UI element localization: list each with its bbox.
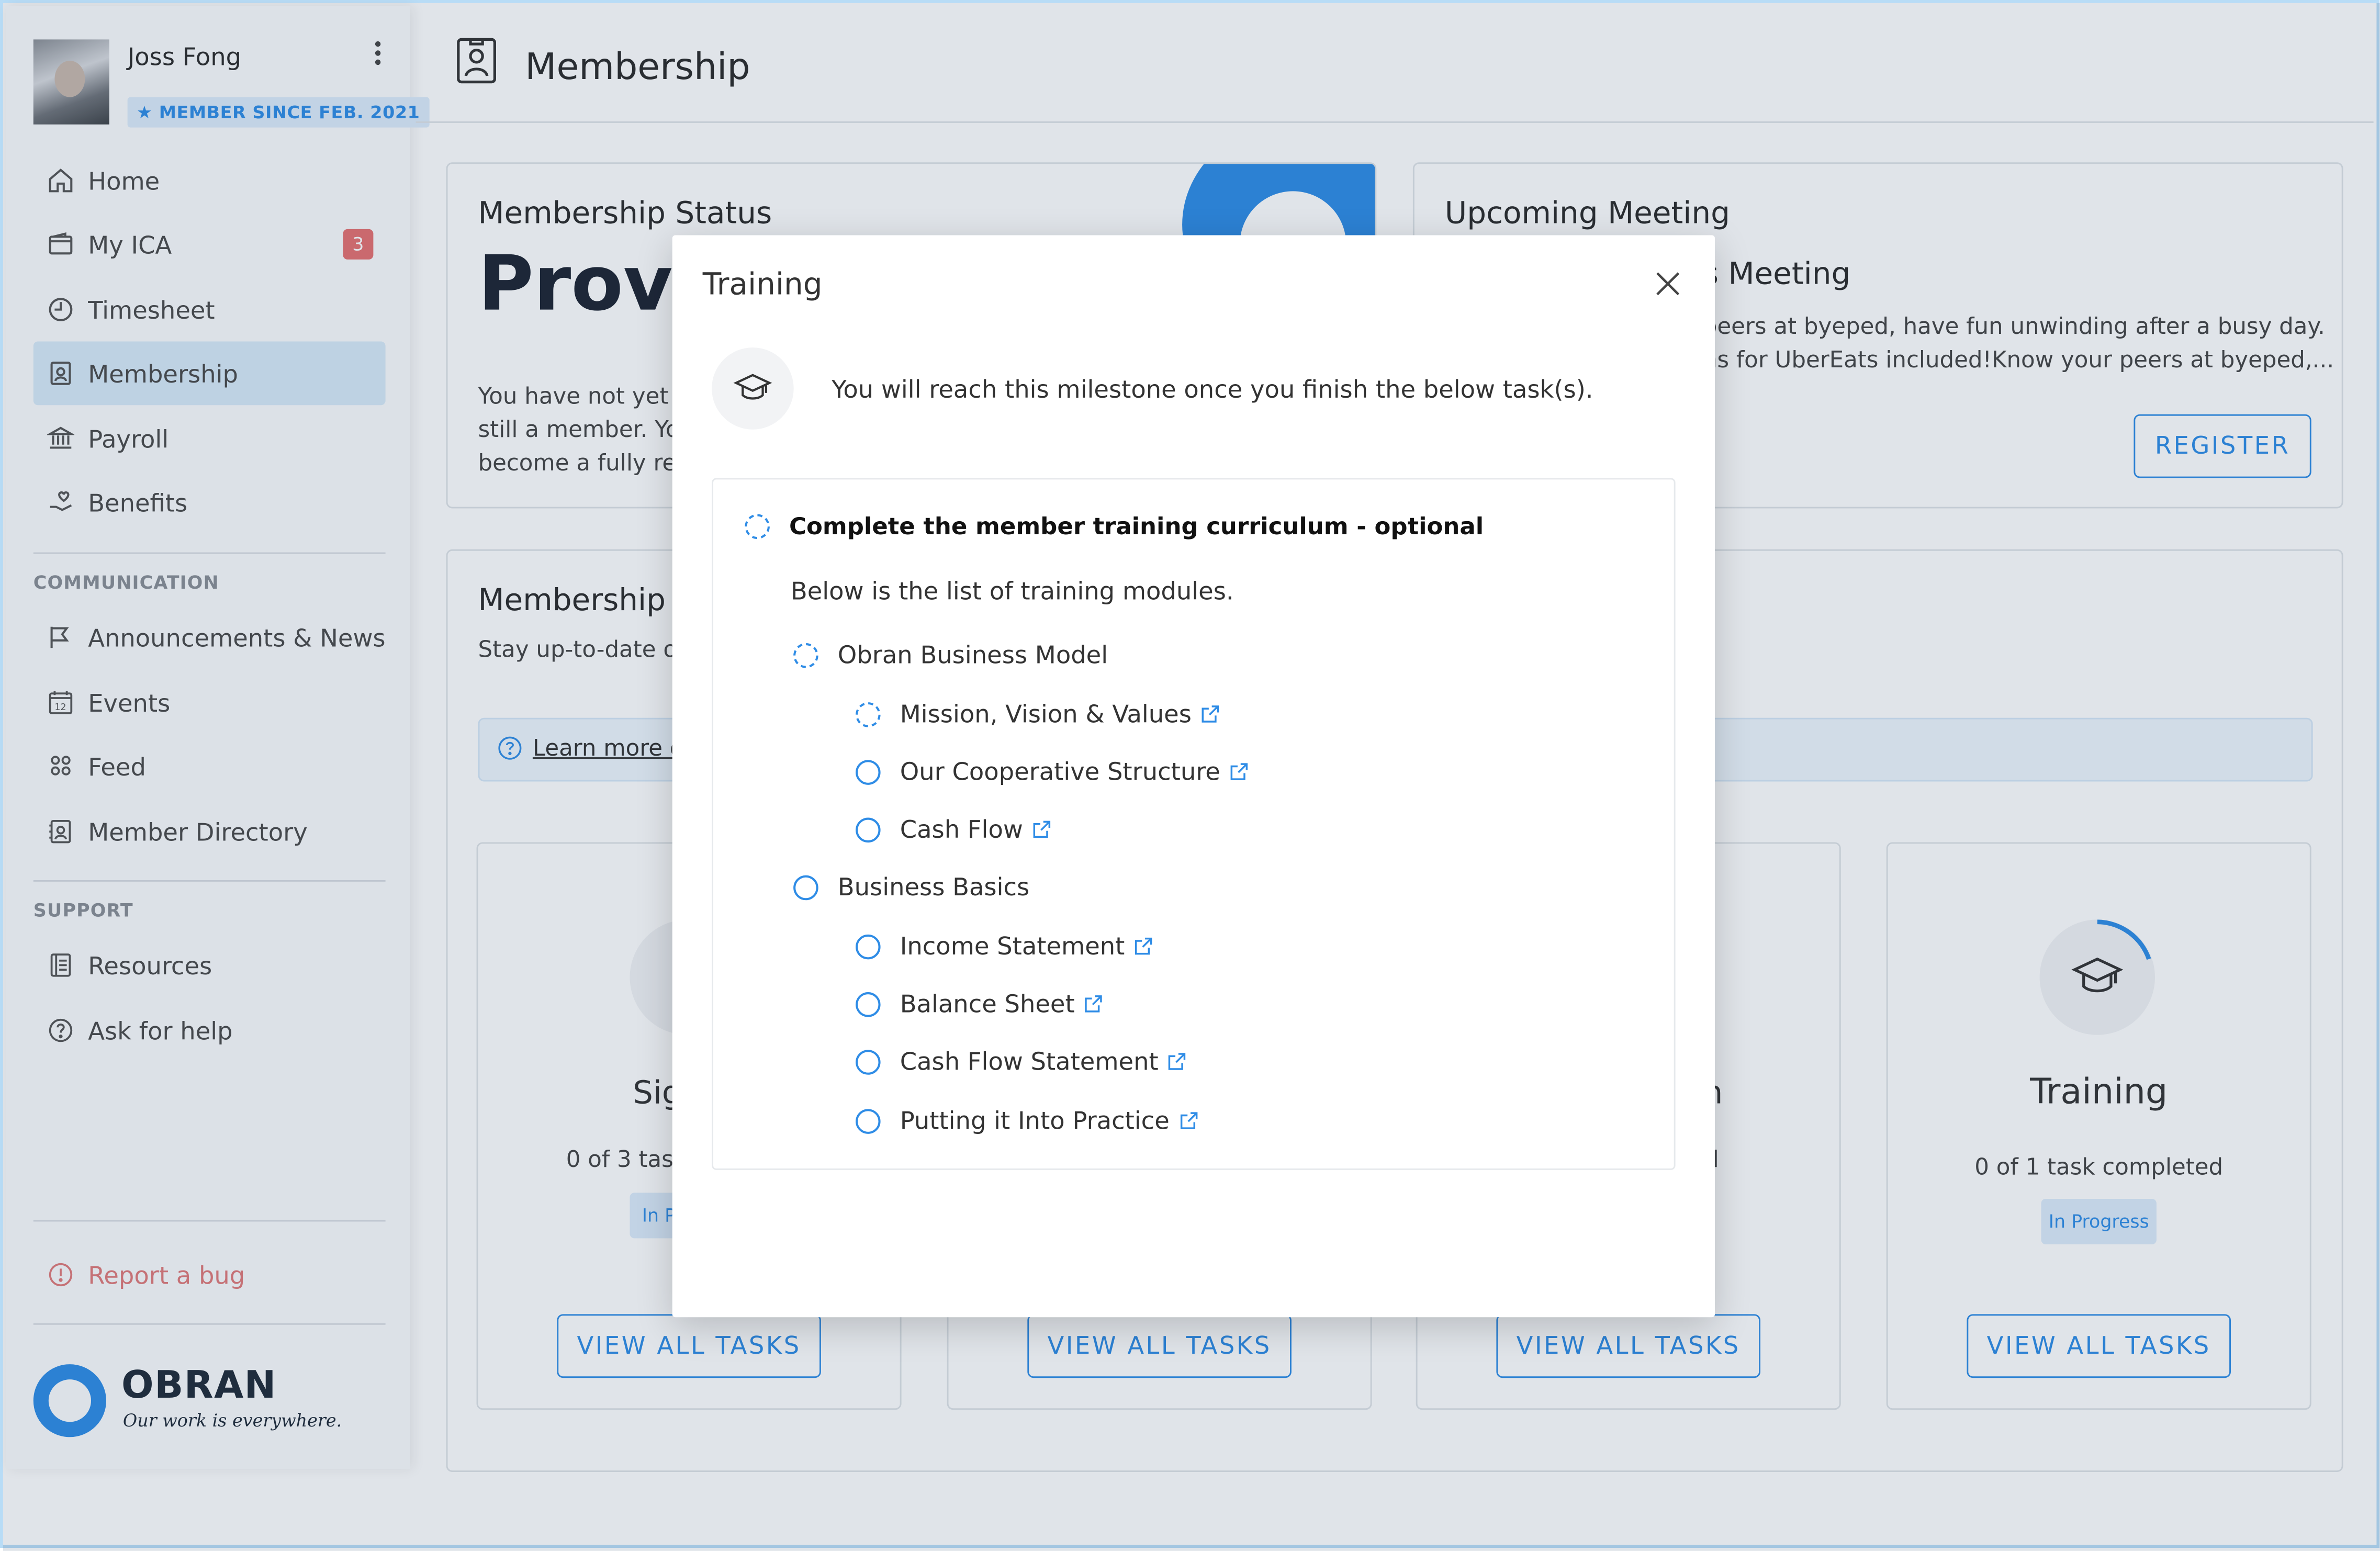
module-row[interactable]: Mission, Vision & Values xyxy=(855,700,1220,728)
empty-circle-icon xyxy=(856,1108,881,1133)
empty-circle-icon xyxy=(856,1049,881,1074)
module-group-name: Business Basics xyxy=(837,872,1030,902)
module-name[interactable]: Balance Sheet xyxy=(900,990,1075,1018)
in-progress-circle-icon xyxy=(793,642,818,668)
task-row[interactable]: Complete the member training curriculum … xyxy=(744,513,1484,540)
external-link-icon[interactable] xyxy=(1178,1111,1198,1131)
empty-circle-icon xyxy=(793,874,818,900)
empty-circle-icon xyxy=(856,817,881,842)
task-title: Complete the member training curriculum … xyxy=(789,513,1484,541)
module-group-row[interactable]: Obran Business Model xyxy=(792,640,1108,669)
module-row[interactable]: Income Statement xyxy=(855,932,1154,961)
external-link-icon[interactable] xyxy=(1229,762,1249,782)
task-subtitle-row: Below is the list of training modules. xyxy=(791,577,1234,605)
module-name[interactable]: Cash Flow xyxy=(900,815,1023,844)
close-icon[interactable] xyxy=(1649,266,1686,302)
module-row[interactable]: Our Cooperative Structure xyxy=(855,757,1249,786)
module-name[interactable]: Putting it Into Practice xyxy=(900,1106,1170,1135)
empty-circle-icon xyxy=(856,934,881,959)
module-group-name: Obran Business Model xyxy=(837,640,1108,669)
task-subtitle: Below is the list of training modules. xyxy=(790,577,1234,606)
external-link-icon[interactable] xyxy=(1084,994,1104,1014)
in-progress-circle-icon xyxy=(745,514,770,540)
module-row[interactable]: Cash Flow Statement xyxy=(855,1047,1187,1076)
in-progress-circle-icon xyxy=(856,701,881,727)
empty-circle-icon xyxy=(856,991,881,1017)
module-name[interactable]: Mission, Vision & Values xyxy=(900,700,1192,728)
module-name[interactable]: Our Cooperative Structure xyxy=(900,757,1220,786)
modal-title: Training xyxy=(702,265,823,302)
milestone-intro-text: You will reach this milestone once you f… xyxy=(832,375,1593,404)
task-panel: Complete the member training curriculum … xyxy=(712,478,1676,1170)
app-frame: Joss Fong ★ MEMBER SINCE FEB. 2021 Home … xyxy=(0,0,2380,1551)
milestone-icon-circle xyxy=(712,347,794,430)
module-name[interactable]: Cash Flow Statement xyxy=(900,1047,1159,1076)
external-link-icon[interactable] xyxy=(1032,819,1052,839)
external-link-icon[interactable] xyxy=(1134,936,1154,956)
training-modal: Training You will reach this milestone o… xyxy=(672,235,1715,1318)
empty-circle-icon xyxy=(856,759,881,784)
external-link-icon[interactable] xyxy=(1167,1052,1187,1072)
module-row[interactable]: Balance Sheet xyxy=(855,990,1104,1018)
module-name[interactable]: Income Statement xyxy=(900,932,1125,961)
graduation-cap-icon xyxy=(733,374,772,400)
module-row[interactable]: Cash Flow xyxy=(855,815,1052,844)
external-link-icon[interactable] xyxy=(1200,704,1220,724)
module-row[interactable]: Putting it Into Practice xyxy=(855,1106,1198,1135)
module-group-row[interactable]: Business Basics xyxy=(792,873,1029,902)
